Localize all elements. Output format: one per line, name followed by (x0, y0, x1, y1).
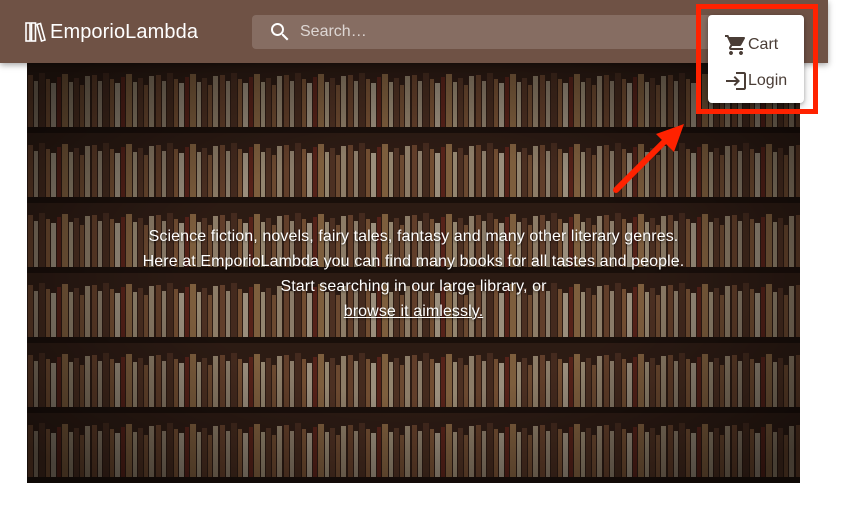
brand-title: EmporioLambda (50, 20, 199, 43)
hero-line-2: Here at EmporioLambda you can find many … (142, 253, 685, 270)
menu-item-cart-label: Cart (748, 36, 779, 53)
library-books-icon (25, 22, 46, 42)
menu-item-login-label: Login (748, 72, 788, 89)
hero-line-1: Science fiction, novels, fairy tales, fa… (148, 228, 679, 245)
app-bar: EmporioLambda (0, 0, 828, 63)
hero-text: Science fiction, novels, fairy tales, fa… (27, 224, 800, 324)
annotation-arrow-icon (613, 124, 684, 193)
login-icon (726, 72, 746, 90)
account-menu: Cart Login (708, 15, 804, 103)
browse-link[interactable]: browse it aimlessly. (344, 303, 484, 320)
hero-line-3: Start searching in our large library, or (280, 278, 547, 295)
menu-item-login[interactable]: Login (708, 63, 804, 99)
brand-logo-link[interactable]: EmporioLambda (24, 18, 198, 46)
search-input[interactable] (300, 15, 710, 49)
menu-item-cart[interactable]: Cart (708, 27, 804, 63)
shopping-cart-icon (725, 35, 746, 55)
search-bar (252, 15, 722, 49)
search-icon[interactable] (268, 20, 292, 44)
